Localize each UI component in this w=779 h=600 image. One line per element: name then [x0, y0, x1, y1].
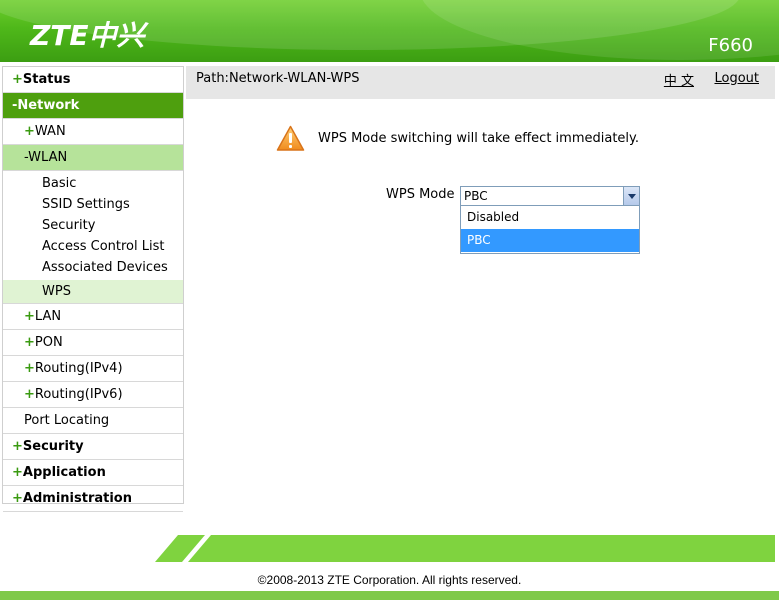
sidebar-item-label: Status [22, 72, 71, 87]
expand-icon: + [12, 439, 23, 454]
sidebar-item-label: Administration [22, 491, 132, 506]
sidebar-item-label: Routing(IPv6) [34, 387, 123, 402]
zte-logo: ZTE中兴 [30, 19, 145, 52]
expand-icon: + [24, 387, 35, 402]
wps-mode-select[interactable]: PBC [460, 186, 640, 206]
logout-link[interactable]: Logout [714, 71, 759, 86]
expand-icon: + [12, 465, 23, 480]
footer-bar [155, 535, 775, 562]
sidebar-item-network[interactable]: -Network [3, 93, 183, 119]
notice: WPS Mode switching will take effect imme… [276, 124, 639, 152]
option-disabled[interactable]: Disabled [461, 206, 639, 229]
sidebar-item-wan[interactable]: +WAN [3, 119, 183, 145]
sidebar-item-label: Security [22, 439, 84, 454]
sidebar-item-access-control-list[interactable]: Access Control List [3, 236, 183, 257]
device-model: F660 [708, 35, 753, 56]
sidebar-item-wlan-security[interactable]: Security [3, 215, 183, 236]
sidebar-item-security[interactable]: +Security [3, 434, 183, 460]
sidebar-item-wlan[interactable]: -WLAN [3, 145, 183, 171]
expand-icon: + [24, 124, 35, 139]
sidebar-item-lan[interactable]: +LAN [3, 304, 183, 330]
sidebar-item-associated-devices[interactable]: Associated Devices [3, 257, 183, 278]
sidebar-item-label: Application [22, 465, 106, 480]
warning-icon [276, 125, 305, 151]
notice-message: WPS Mode switching will take effect imme… [318, 130, 640, 146]
sidebar-menu: +Status -Network +WAN -WLAN Basic SSID S… [2, 66, 184, 512]
sidebar-item-ssid-settings[interactable]: SSID Settings [3, 194, 183, 215]
expand-icon: + [24, 335, 35, 350]
sidebar-item-status[interactable]: +Status [3, 67, 183, 93]
wps-mode-value: PBC [464, 189, 488, 203]
sidebar-item-port-locating[interactable]: Port Locating [3, 408, 183, 434]
breadcrumb: Path:Network-WLAN-WPS [196, 71, 360, 86]
sidebar-item-wps[interactable]: WPS [3, 280, 183, 304]
sidebar-item-label: LAN [34, 309, 62, 324]
sidebar-item-routing-ipv4[interactable]: +Routing(IPv4) [3, 356, 183, 382]
sidebar-item-label: Network [17, 98, 80, 113]
sidebar-item-administration[interactable]: +Administration [3, 486, 183, 512]
option-pbc[interactable]: PBC [461, 229, 639, 252]
expand-icon: + [12, 491, 23, 506]
expand-icon: + [12, 72, 23, 87]
path-bar: Path:Network-WLAN-WPS 中 文 Logout [186, 66, 775, 99]
sidebar-item-routing-ipv6[interactable]: +Routing(IPv6) [3, 382, 183, 408]
chevron-down-icon[interactable] [623, 187, 639, 205]
expand-icon: + [24, 361, 35, 376]
wps-mode-dropdown: Disabled PBC [460, 205, 640, 254]
sidebar-item-basic[interactable]: Basic [3, 173, 183, 194]
bottom-divider [0, 591, 779, 600]
wps-mode-label: WPS Mode [386, 187, 455, 202]
sidebar-item-pon[interactable]: +PON [3, 330, 183, 356]
sidebar-item-application[interactable]: +Application [3, 460, 183, 486]
sidebar-item-label: Routing(IPv4) [34, 361, 123, 376]
sidebar-item-label: WLAN [28, 150, 68, 165]
header-banner: ZTE中兴 F660 [0, 0, 779, 62]
copyright: ©2008-2013 ZTE Corporation. All rights r… [257, 573, 522, 587]
sidebar-item-label: WAN [34, 124, 66, 139]
expand-icon: + [24, 309, 35, 324]
language-link[interactable]: 中 文 [664, 70, 694, 89]
sidebar-item-label: PON [34, 335, 63, 350]
